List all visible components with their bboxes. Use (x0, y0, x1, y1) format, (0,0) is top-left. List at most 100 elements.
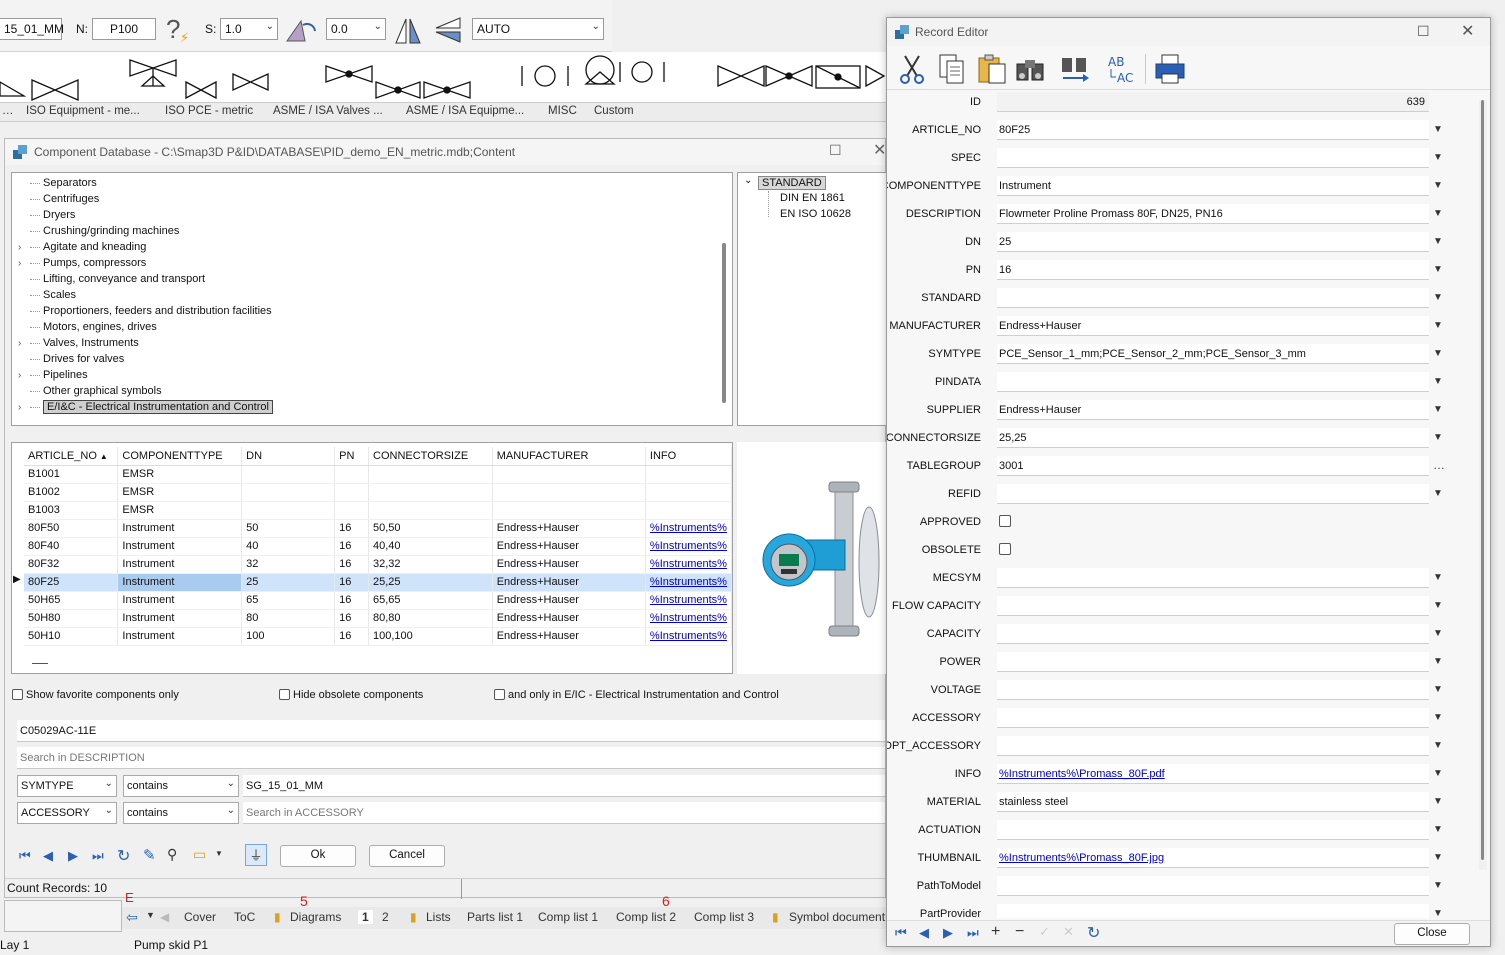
chevron-down-icon[interactable]: ▼ (1433, 740, 1443, 751)
last-record-icon[interactable]: ⏭ (92, 848, 104, 864)
field-voltage[interactable] (997, 680, 1429, 700)
chevron-down-icon[interactable]: ▼ (1433, 796, 1443, 807)
field-actuation[interactable] (997, 820, 1429, 840)
chevron-right-icon[interactable]: › (18, 402, 30, 413)
chevron-down-icon[interactable]: ▼ (1433, 908, 1443, 918)
tab-symbol-document[interactable]: Symbol document (789, 910, 885, 924)
field-pindata[interactable] (997, 372, 1429, 392)
table-cell[interactable]: %Instruments% (645, 555, 732, 574)
chevron-down-icon[interactable]: ▼ (1433, 600, 1443, 611)
close-icon[interactable]: ✕ (1461, 21, 1474, 41)
tab-lists[interactable]: Lists (426, 910, 451, 924)
obsolete-checkbox[interactable] (279, 689, 290, 700)
field-info[interactable]: %Instruments%\Promass_80F.pdf (997, 764, 1429, 784)
tree-item[interactable]: Scales (18, 289, 76, 301)
add-record-icon[interactable]: + (991, 923, 1000, 941)
chevron-down-icon[interactable]: ▼ (1433, 684, 1443, 695)
tree-item[interactable]: Centrifuges (18, 193, 99, 205)
filter1-op-combo[interactable]: contains ⌄ (123, 775, 239, 797)
chevron-down-icon[interactable]: ▼ (1433, 628, 1443, 639)
only-in-filter[interactable]: and only in E/IC - Electrical Instrument… (494, 689, 779, 701)
table-cell[interactable]: %Instruments% (645, 537, 732, 556)
mirror-vertical-icon[interactable] (393, 15, 423, 45)
chevron-down-icon[interactable]: ▼ (1433, 376, 1443, 387)
next-record-icon[interactable]: ▶ (68, 848, 78, 864)
column-header[interactable]: MANUFACTURER (492, 447, 646, 466)
chevron-right-icon[interactable]: › (18, 370, 30, 381)
chevron-down-icon[interactable]: ▼ (146, 910, 155, 920)
delete-record-icon[interactable]: − (1015, 923, 1024, 941)
scale-combo[interactable]: 1.0 ⌄ (220, 18, 278, 40)
field-componenttype[interactable]: Instrument (997, 176, 1429, 196)
tab-toc[interactable]: ToC (234, 910, 255, 924)
tree-scrollbar[interactable] (722, 243, 726, 403)
chevron-down-icon[interactable]: ▼ (1433, 264, 1443, 275)
cancel-button[interactable]: Cancel (369, 845, 445, 867)
last-record-icon[interactable]: ⏭ (967, 925, 979, 941)
chevron-down-icon[interactable]: ▼ (1433, 348, 1443, 359)
table-cell[interactable]: %Instruments% (645, 591, 732, 610)
field-accessory[interactable] (997, 708, 1429, 728)
chevron-down-icon[interactable]: ▼ (1433, 208, 1443, 219)
tree-item[interactable]: Crushing/grinding machines (18, 225, 179, 237)
rotate-icon[interactable] (285, 17, 319, 43)
field-power[interactable] (997, 652, 1429, 672)
chevron-down-icon[interactable]: ▼ (1433, 292, 1443, 303)
paste-icon[interactable] (975, 52, 1009, 86)
folder-icon[interactable]: ▭ (193, 846, 206, 863)
field-supplier[interactable]: Endress+Hauser (997, 400, 1429, 420)
chevron-down-icon[interactable]: ▼ (1433, 404, 1443, 415)
standard-din[interactable]: DIN EN 1861 (780, 192, 845, 204)
chevron-down-icon[interactable]: ▼ (1433, 768, 1443, 779)
tab-iso-pce[interactable]: ISO PCE - metric (165, 105, 253, 117)
table-row[interactable]: 50H80 Instrument 80 16 80,80 Endress+Hauser %I… (24, 609, 732, 628)
table-row[interactable]: B1001 EMSR (24, 465, 732, 484)
chevron-down-icon[interactable]: ▼ (1433, 824, 1443, 835)
tab-iso-equipment[interactable]: ISO Equipment - me... (26, 105, 140, 117)
print-icon[interactable] (1153, 52, 1187, 86)
help-lightning-icon[interactable]: ? (166, 14, 180, 45)
column-header[interactable]: ARTICLE_NO ▲ (24, 447, 119, 466)
tab-misc[interactable]: MISC (548, 105, 577, 117)
obsolete-filter[interactable]: Hide obsolete components (279, 689, 423, 701)
column-header[interactable]: PN (334, 447, 370, 466)
field-tablegroup[interactable]: 3001 (997, 456, 1429, 476)
tree-item[interactable]: › Agitate and kneading (18, 241, 146, 253)
description-search-field[interactable]: Search in DESCRIPTION (17, 747, 885, 769)
tab-diagrams[interactable]: Diagrams (290, 910, 341, 924)
check-icon[interactable]: ✓ (1039, 924, 1050, 940)
tab-custom[interactable]: Custom (594, 105, 634, 117)
ok-button[interactable]: Ok (280, 845, 356, 867)
chevron-down-icon[interactable]: ▼ (1433, 712, 1443, 723)
browse-icon[interactable]: … (1433, 458, 1445, 472)
field-partprovider[interactable] (997, 904, 1429, 918)
table-row[interactable]: B1002 EMSR (24, 483, 732, 502)
refresh-icon[interactable]: ↻ (117, 846, 130, 866)
favorites-checkbox[interactable] (12, 689, 23, 700)
tab-nav-prev-icon[interactable]: ◀ (160, 910, 169, 924)
standard-iso[interactable]: EN ISO 10628 (780, 208, 851, 220)
tree-item[interactable]: Lifting, conveyance and transport (18, 273, 205, 285)
valve-symbols[interactable] (0, 52, 886, 102)
tab-sheet-2[interactable]: 2 (382, 910, 389, 924)
tree-item[interactable]: › Pipelines (18, 369, 88, 381)
tab-parts-list-1[interactable]: Parts list 1 (467, 910, 523, 924)
filter2-op-combo[interactable]: contains ⌄ (123, 802, 239, 824)
tree-item[interactable]: Dryers (18, 209, 75, 221)
cancel-edit-icon[interactable]: ✕ (1063, 924, 1074, 940)
column-header[interactable]: COMPONENTTYPE (117, 447, 243, 466)
table-cell[interactable]: %Instruments% (645, 519, 732, 538)
auto-combo[interactable]: AUTO ⌄ (472, 18, 604, 40)
field-article-no[interactable]: 80F25 (997, 120, 1429, 140)
table-cell[interactable]: %Instruments% (645, 609, 732, 628)
table-row[interactable]: 80F25 Instrument 25 16 25,25 Endress+Hauser %I… (24, 573, 732, 592)
chevron-down-icon[interactable]: ▼ (1433, 180, 1443, 191)
approved-checkbox[interactable] (999, 515, 1011, 527)
column-header[interactable]: DN (241, 447, 336, 466)
maximize-icon[interactable]: ☐ (829, 142, 842, 159)
field-manufacturer[interactable]: Endress+Hauser (997, 316, 1429, 336)
maximize-icon[interactable]: ☐ (1417, 23, 1430, 40)
tree-item[interactable]: Separators (18, 177, 97, 189)
tree-item[interactable]: › Valves, Instruments (18, 337, 139, 349)
n-field[interactable]: P100 (92, 18, 156, 40)
